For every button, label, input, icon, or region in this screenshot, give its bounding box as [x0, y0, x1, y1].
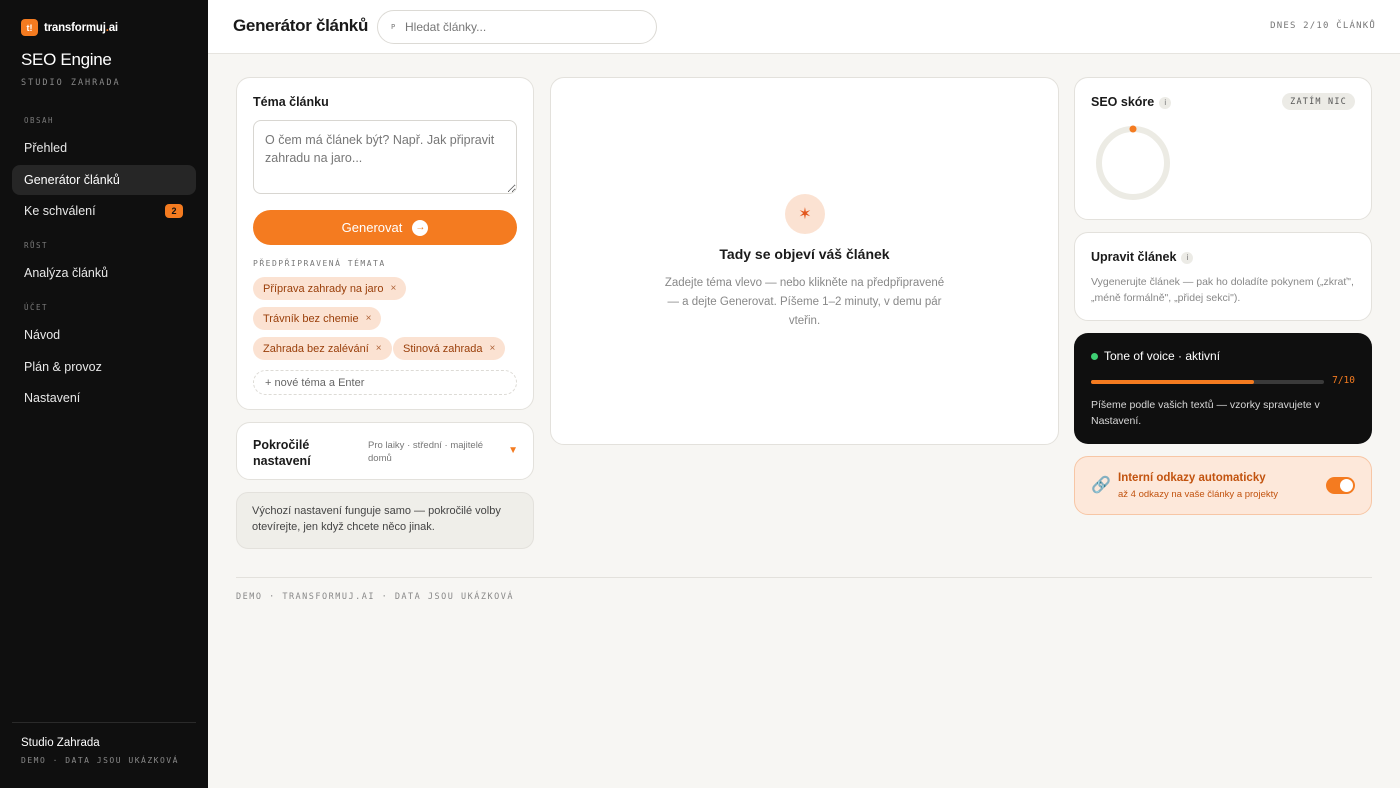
close-icon[interactable]: × [376, 343, 382, 354]
daily-quota: DNES 2/10 ČLÁNKŮ [1270, 21, 1376, 31]
page-title: Generátor článků [233, 16, 369, 35]
gauge-indicator [1129, 125, 1137, 133]
sidebar-item-analyza[interactable]: Analýza článků [12, 258, 196, 288]
status-badge: ZATÍM NIC [1282, 93, 1355, 110]
toggle-knob [1340, 479, 1353, 492]
topic-input[interactable] [253, 120, 517, 194]
info-icon[interactable]: i [1181, 251, 1194, 264]
sidebar-item-label: Ke schválení [24, 204, 96, 218]
article-preview: ✶ Tady se objeví váš článek Zadejte téma… [550, 77, 1059, 445]
preview-title: Tady se objeví váš článek [719, 246, 890, 262]
sidebar-item-navod[interactable]: Návod [12, 320, 196, 350]
sidebar-item-label: Generátor článků [24, 173, 120, 187]
status-dot-icon [1091, 353, 1098, 360]
close-icon[interactable]: × [490, 343, 496, 354]
nav-section-ucet: ÚČET [24, 303, 49, 312]
sidebar-item-generator[interactable]: Generátor článků [12, 165, 196, 195]
search-input[interactable] [405, 20, 635, 34]
chip-label: Trávník bez chemie [263, 312, 359, 325]
sidebar-item-label: Návod [24, 328, 61, 342]
seo-gauge [1096, 125, 1170, 200]
sparkle-icon: ✶ [785, 194, 825, 234]
brand-logo-icon: t! [21, 19, 38, 36]
footer-divider [236, 577, 1372, 578]
topic-card: Téma článku Generovat → PŘEDPŘIPRAVENÁ T… [236, 77, 534, 410]
gauge-track [1096, 126, 1170, 200]
preset-chip[interactable]: Zahrada bez zalévání × [253, 337, 392, 360]
advanced-desc: Pro laiky · střední · majitelé domů [368, 440, 484, 464]
internal-links-toggle[interactable] [1326, 477, 1355, 494]
advanced-settings-toggle[interactable]: Pokročilé nastavení Pro laiky · střední … [236, 422, 534, 480]
generate-label: Generovat [341, 220, 403, 235]
nav-section-obsah: OBSAH [24, 116, 55, 125]
nav-section-rust: RŮST [24, 241, 49, 250]
sidebar-item-nastaveni[interactable]: Nastavení [12, 383, 196, 413]
preset-chip[interactable]: Stinová zahrada × [393, 337, 506, 360]
link-icon: 🔗 [1091, 477, 1111, 494]
brand[interactable]: t! transformuj.ai [21, 19, 118, 36]
info-icon[interactable]: i [1159, 96, 1172, 109]
generate-button[interactable]: Generovat → [253, 210, 517, 245]
preset-chip[interactable]: Příprava zahrady na jaro × [253, 277, 407, 300]
presets-label: PŘEDPŘIPRAVENÁ TÉMATA [253, 259, 386, 268]
seo-score-card: SEO skóre i ZATÍM NIC [1074, 77, 1372, 220]
edit-desc: Vygenerujte článek — pak ho doladíte pok… [1091, 276, 1354, 304]
tone-desc: Píšeme podle vašich textů — vzorky sprav… [1091, 399, 1320, 427]
app-subtitle: STUDIO ZAHRADA [21, 78, 121, 88]
brand-name: transformuj.ai [44, 21, 118, 34]
demo-note: DEMO · DATA JSOU UKÁZKOVÁ [21, 756, 179, 765]
internal-links-card: 🔗 Interní odkazy automaticky až 4 odkazy… [1074, 456, 1372, 515]
sidebar-item-label: Plán & provoz [24, 360, 102, 374]
links-title: Interní odkazy automaticky [1118, 472, 1266, 484]
sidebar: t! transformuj.ai SEO Engine STUDIO ZAHR… [0, 0, 208, 788]
sidebar-item-label: Nastavení [24, 391, 81, 405]
close-icon[interactable]: × [366, 313, 372, 324]
chevron-down-icon: ▼ [508, 445, 518, 456]
chip-label: Zahrada bez zalévání [263, 342, 369, 355]
arrow-right-icon: → [412, 219, 429, 236]
sidebar-divider [12, 722, 196, 723]
edit-title: Upravit článek i [1091, 250, 1194, 264]
sidebar-item-label: Přehled [24, 141, 68, 155]
advanced-title: Pokročilé nastavení [253, 438, 311, 468]
chip-label: Stinová zahrada [403, 342, 483, 355]
sidebar-item-plan-provoz[interactable]: Plán & provoz [12, 352, 196, 382]
seo-title: SEO skóre i [1091, 95, 1172, 109]
tone-title: Tone of voice · aktivní [1104, 349, 1221, 363]
sidebar-item-label: Analýza článků [24, 266, 109, 280]
preset-chip[interactable]: Trávník bez chemie × [253, 307, 382, 330]
workspace-name: Studio Zahrada [21, 737, 100, 749]
preview-text: Zadejte téma vlevo — nebo klikněte na př… [664, 277, 945, 327]
tone-of-voice-card[interactable]: Tone of voice · aktivní 7/10 Píšeme podl… [1074, 333, 1372, 444]
search-bar[interactable]: P [377, 10, 657, 44]
tone-progress-fill [1091, 380, 1255, 384]
search-icon: P [391, 23, 396, 31]
sidebar-item-ke-schvaleni[interactable]: Ke schválení 2 [12, 196, 196, 226]
edit-article-card: Upravit článek i Vygenerujte článek — pak… [1074, 232, 1372, 321]
tone-value: 7/10 [1332, 375, 1355, 386]
footer-note: DEMO · TRANSFORMUJ.AI · DATA JSOU UKÁZKO… [236, 592, 514, 602]
tone-progress [1091, 380, 1324, 384]
links-desc: až 4 odkazy na vaše články a projekty [1118, 489, 1279, 500]
count-badge: 2 [165, 204, 183, 218]
chip-label: Příprava zahrady na jaro [263, 282, 384, 295]
app-title: SEO Engine [21, 50, 112, 69]
new-topic-input[interactable] [253, 370, 517, 395]
info-note: Výchozí nastavení funguje samo — pokroči… [236, 492, 534, 549]
top-header: Generátor článků P DNES 2/10 ČLÁNKŮ [208, 0, 1400, 54]
sidebar-item-prehled[interactable]: Přehled [12, 133, 196, 163]
topic-title: Téma článku [253, 95, 329, 109]
close-icon[interactable]: × [390, 283, 396, 294]
